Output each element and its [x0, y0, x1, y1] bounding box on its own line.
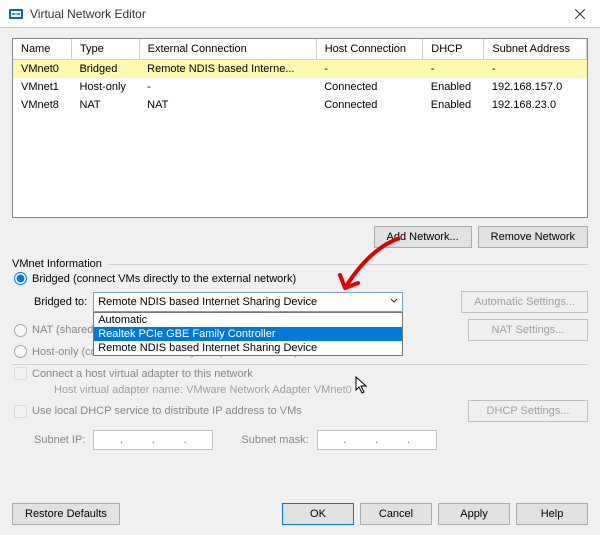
bridged-radio-row[interactable]: Bridged (connect VMs directly to the ext…: [12, 270, 588, 287]
cell-dhcp: Enabled: [423, 96, 484, 114]
help-button[interactable]: Help: [516, 503, 588, 525]
connect-host-adapter-checkbox: [14, 367, 27, 380]
cell-subnet: 192.168.23.0: [484, 96, 587, 114]
table-row[interactable]: VMnet1Host-only-ConnectedEnabled192.168.…: [13, 78, 587, 96]
dropdown-options-list[interactable]: AutomaticRealtek PCIe GBE Family Control…: [93, 312, 403, 356]
cell-name: VMnet1: [13, 78, 71, 96]
cell-type: Host-only: [71, 78, 139, 96]
automatic-settings-button: Automatic Settings...: [461, 291, 588, 313]
cell-dhcp: -: [423, 60, 484, 79]
column-header[interactable]: Host Connection: [316, 39, 423, 60]
dhcp-settings-button: DHCP Settings...: [468, 400, 588, 422]
dropdown-option[interactable]: Automatic: [94, 313, 402, 327]
network-table[interactable]: NameTypeExternal ConnectionHost Connecti…: [12, 38, 588, 218]
vmnet-info-legend: VMnet Information: [12, 258, 102, 270]
use-dhcp-label: Use local DHCP service to distribute IP …: [32, 405, 302, 417]
nat-settings-button: NAT Settings...: [468, 319, 588, 341]
cell-name: VMnet8: [13, 96, 71, 114]
window-title: Virtual Network Editor: [30, 7, 560, 21]
use-dhcp-row[interactable]: Use local DHCP service to distribute IP …: [12, 403, 302, 420]
table-row[interactable]: VMnet8NATNATConnectedEnabled192.168.23.0: [13, 96, 587, 114]
cell-type: NAT: [71, 96, 139, 114]
nat-radio-row[interactable]: NAT (shared: [12, 322, 93, 339]
bridged-to-label: Bridged to:: [34, 296, 87, 308]
bridged-radio-label: Bridged (connect VMs directly to the ext…: [32, 273, 296, 285]
subnet-ip-input: . . .: [93, 430, 213, 450]
use-dhcp-checkbox: [14, 405, 27, 418]
dropdown-option[interactable]: Remote NDIS based Internet Sharing Devic…: [94, 341, 402, 355]
cell-host: Connected: [316, 96, 423, 114]
dropdown-option[interactable]: Realtek PCIe GBE Family Controller: [94, 327, 402, 341]
cancel-button[interactable]: Cancel: [360, 503, 432, 525]
close-button[interactable]: [560, 0, 600, 28]
connect-host-adapter-row[interactable]: Connect a host virtual adapter to this n…: [12, 365, 588, 382]
cell-type: Bridged: [71, 60, 139, 79]
ok-button[interactable]: OK: [282, 503, 354, 525]
subnet-mask-input: . . .: [317, 430, 437, 450]
cell-host: -: [316, 60, 423, 79]
column-header[interactable]: External Connection: [139, 39, 316, 60]
dialog-footer: Restore Defaults OK Cancel Apply Help: [12, 503, 588, 525]
column-header[interactable]: Subnet Address: [484, 39, 587, 60]
app-icon: [8, 6, 24, 22]
column-header[interactable]: Name: [13, 39, 71, 60]
dialog-content: NameTypeExternal ConnectionHost Connecti…: [0, 28, 600, 535]
cell-host: Connected: [316, 78, 423, 96]
cell-ext: Remote NDIS based Interne...: [139, 60, 316, 79]
chevron-down-icon: [390, 296, 398, 308]
cell-ext: -: [139, 78, 316, 96]
hostonly-radio[interactable]: [14, 345, 27, 358]
add-network-button[interactable]: Add Network...: [374, 226, 472, 248]
remove-network-button[interactable]: Remove Network: [478, 226, 588, 248]
dropdown-selected-text: Remote NDIS based Internet Sharing Devic…: [98, 296, 317, 308]
cell-subnet: -: [484, 60, 587, 79]
connect-host-adapter-label: Connect a host virtual adapter to this n…: [32, 368, 253, 380]
restore-defaults-button[interactable]: Restore Defaults: [12, 503, 120, 525]
apply-button[interactable]: Apply: [438, 503, 510, 525]
bridged-to-dropdown[interactable]: Remote NDIS based Internet Sharing Devic…: [93, 292, 403, 312]
cell-name: VMnet0: [13, 60, 71, 79]
host-adapter-name: Host virtual adapter name: VMware Networ…: [12, 382, 588, 398]
nat-radio-label: NAT (shared: [32, 324, 93, 336]
subnet-mask-label: Subnet mask:: [241, 434, 308, 446]
table-row[interactable]: VMnet0BridgedRemote NDIS based Interne..…: [13, 60, 587, 79]
bridged-radio[interactable]: [14, 272, 27, 285]
title-bar: Virtual Network Editor: [0, 0, 600, 28]
cell-dhcp: Enabled: [423, 78, 484, 96]
nat-radio[interactable]: [14, 324, 27, 337]
cell-subnet: 192.168.157.0: [484, 78, 587, 96]
column-header[interactable]: DHCP: [423, 39, 484, 60]
subnet-ip-label: Subnet IP:: [34, 434, 85, 446]
cell-ext: NAT: [139, 96, 316, 114]
column-header[interactable]: Type: [71, 39, 139, 60]
